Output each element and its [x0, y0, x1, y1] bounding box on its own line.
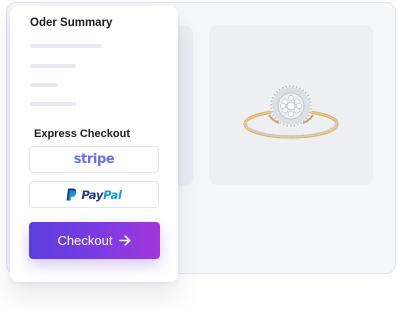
skeleton-line [30, 83, 58, 87]
paypal-icon [66, 188, 77, 201]
order-summary-title: Oder Summary [30, 17, 113, 29]
paypal-label-pay: Pay [81, 187, 104, 202]
express-checkout-title: Express Checkout [34, 128, 130, 140]
paypal-logo: PayPal [66, 187, 122, 202]
paypal-label-pal: Pal [103, 187, 122, 202]
stripe-button[interactable]: stripe [29, 146, 159, 173]
skeleton-line [30, 44, 102, 48]
paypal-button[interactable]: PayPal [29, 181, 159, 208]
ring-image [243, 84, 339, 139]
checkout-button[interactable]: Checkout [29, 222, 160, 259]
order-summary-panel: Oder Summary Express Checkout stripe Pay… [10, 6, 178, 282]
arrow-right-icon [119, 235, 131, 246]
stripe-logo: stripe [73, 152, 115, 167]
skeleton-line [30, 64, 76, 68]
product-image-card [209, 25, 373, 185]
skeleton-line [30, 102, 76, 106]
checkout-label: Checkout [57, 233, 113, 248]
